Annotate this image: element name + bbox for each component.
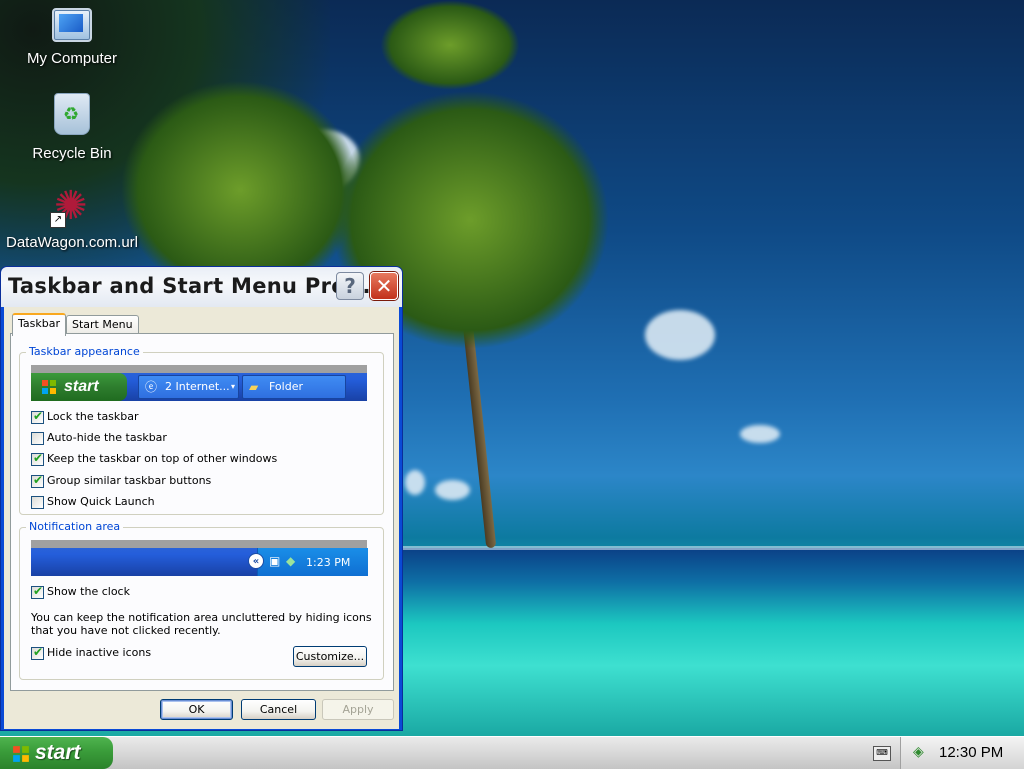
customize-button[interactable]: Customize... <box>293 646 367 667</box>
ie-icon: ⓔ <box>145 380 158 394</box>
ok-button[interactable]: OK <box>160 699 233 720</box>
recycle-bin-icon: ♻ <box>54 93 90 135</box>
preview-task-folder: ▰ Folder <box>242 375 346 399</box>
desktop-icon-my-computer[interactable]: My Computer <box>2 4 142 67</box>
wallpaper-cloud <box>435 480 470 500</box>
group-legend: Taskbar appearance <box>26 345 143 358</box>
option-label: Hide inactive icons <box>47 646 152 659</box>
shortcut-arrow-icon: ↗ <box>50 212 66 228</box>
windows-flag-icon <box>42 380 56 394</box>
checkbox[interactable]: ✔ <box>31 451 44 466</box>
group-legend: Notification area <box>26 520 124 533</box>
question-mark-icon: ? <box>344 274 356 298</box>
notification-preview: « ▣ ◆ 1:23 PM <box>31 540 368 576</box>
taskbar-preview: start ⓔ 2 Internet... ▾ ▰ Folder <box>31 365 367 401</box>
system-tray: ◈ 12:30 PM <box>900 737 1024 769</box>
start-label: start <box>35 741 81 764</box>
option-label: Show the clock <box>47 585 130 598</box>
dialog-titlebar[interactable]: Taskbar and Start Menu Pro... ? ✕ <box>1 267 402 307</box>
preview-clock: 1:23 PM <box>306 556 351 569</box>
connection-icon: ◆ <box>286 554 296 568</box>
tab-panel-taskbar: Taskbar appearance start ⓔ 2 Internet...… <box>10 333 394 691</box>
wallpaper-cloud <box>740 425 780 443</box>
option-label: Lock the taskbar <box>47 410 139 423</box>
option-label: Keep the taskbar on top of other windows <box>47 452 278 465</box>
checkbox[interactable]: ✔ <box>31 584 44 599</box>
folder-icon: ▰ <box>249 380 259 394</box>
option-label: Show Quick Launch <box>47 495 155 508</box>
wallpaper-cloud <box>645 310 715 360</box>
close-icon: ✕ <box>375 274 393 298</box>
start-button[interactable]: start <box>0 737 113 769</box>
desktop-icon-datawagon-url[interactable]: ✺ ↗ DataWagon.com.url <box>2 184 142 251</box>
option-label: Group similar taskbar buttons <box>47 474 212 487</box>
taskbar-properties-dialog: Taskbar and Start Menu Pro... ? ✕ Taskba… <box>0 266 403 731</box>
apply-button: Apply <box>322 699 394 720</box>
dialog-body: Taskbar Start Menu Taskbar appearance st… <box>4 307 399 729</box>
option-label: Auto-hide the taskbar <box>47 431 167 444</box>
desktop-icon-recycle-bin[interactable]: ♻ Recycle Bin <box>2 93 142 162</box>
palm-leaves <box>380 0 520 90</box>
keyboard-icon[interactable]: ⌨ <box>873 746 891 761</box>
preview-task-label: 2 Internet... <box>165 380 230 393</box>
preview-top-strip <box>31 540 367 548</box>
checkbox[interactable]: ✔ <box>31 409 44 424</box>
computer-icon <box>52 8 92 42</box>
checkbox[interactable]: ✔ <box>31 645 44 660</box>
dialog-title: Taskbar and Start Menu Pro... <box>8 274 371 298</box>
desktop-icon-label: My Computer <box>26 50 118 67</box>
windows-flag-icon <box>13 746 29 762</box>
checkbox[interactable] <box>31 432 44 445</box>
cancel-button[interactable]: Cancel <box>241 699 316 720</box>
dropdown-arrow-icon: ▾ <box>230 382 235 391</box>
url-shortcut-icon: ✺ ↗ <box>50 184 94 228</box>
taskbar-appearance-group: Taskbar appearance start ⓔ 2 Internet...… <box>19 345 384 515</box>
desktop-icon-label: DataWagon.com.url <box>6 234 138 251</box>
tab-start-menu[interactable]: Start Menu <box>66 315 139 334</box>
preview-start-button: start <box>31 373 127 401</box>
close-button[interactable]: ✕ <box>370 272 398 300</box>
help-button[interactable]: ? <box>336 272 364 300</box>
taskbar-clock[interactable]: 12:30 PM <box>939 737 1003 769</box>
network-icon: ▣ <box>269 554 281 568</box>
preview-task-internet: ⓔ 2 Internet... ▾ <box>138 375 239 399</box>
preview-start-label: start <box>64 378 99 395</box>
preview-task-label: Folder <box>269 380 303 393</box>
notification-info-text: You can keep the notification area unclu… <box>31 611 372 637</box>
wallpaper-cloud <box>405 470 425 495</box>
network-connection-icon[interactable]: ◈ <box>913 744 929 760</box>
tab-taskbar[interactable]: Taskbar <box>12 313 66 336</box>
notification-area-group: Notification area « ▣ ◆ 1:23 PM ✔ Show t… <box>19 520 384 680</box>
checkbox[interactable] <box>31 496 44 509</box>
taskbar: start ⌨ ◈ 12:30 PM <box>0 736 1024 769</box>
preview-top-strip <box>31 365 367 373</box>
desktop-icon-label: Recycle Bin <box>32 145 112 162</box>
checkbox[interactable]: ✔ <box>31 473 44 488</box>
show-hidden-icons-icon: « <box>248 553 264 569</box>
